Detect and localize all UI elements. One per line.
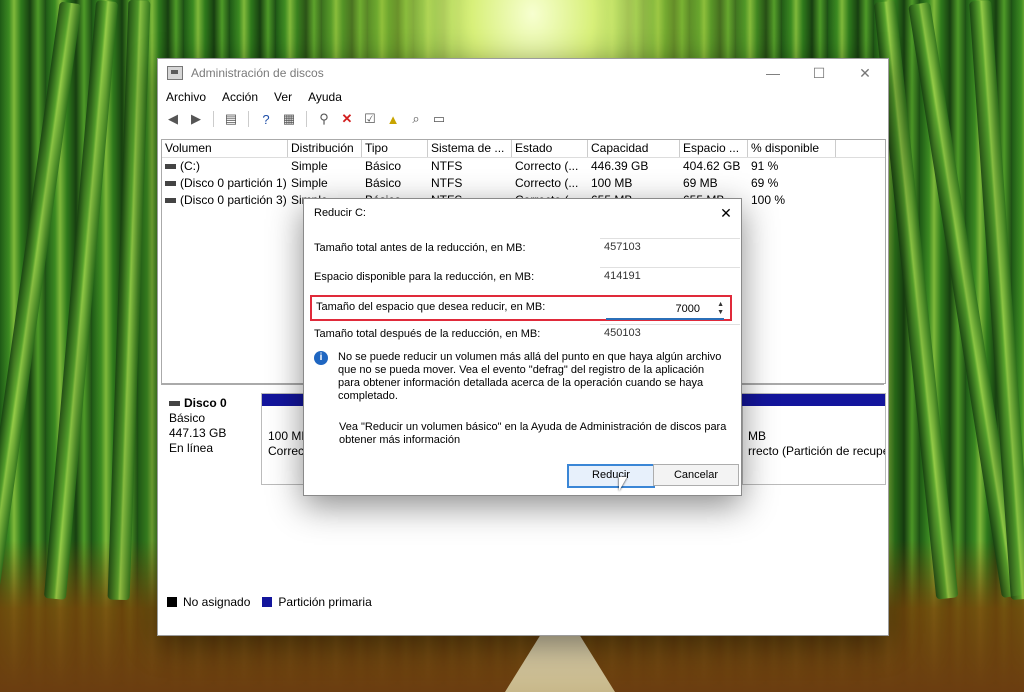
volume-name: (C:): [180, 159, 200, 173]
shrink-amount-field[interactable]: [606, 302, 702, 316]
window-icon[interactable]: ▭: [430, 110, 448, 128]
console-icon[interactable]: ▦: [280, 110, 298, 128]
table-cell: 404.62 GB: [683, 159, 741, 173]
volume-name: (Disco 0 partición 1): [180, 176, 287, 190]
disk-management-icon: [167, 66, 183, 80]
column-header[interactable]: Volumen: [162, 140, 288, 157]
info-icon: i: [314, 351, 328, 365]
help-icon[interactable]: ?: [257, 110, 275, 128]
cancel-button[interactable]: Cancelar: [653, 464, 739, 486]
disk-type: Básico: [169, 411, 206, 425]
table-cell: Correcto (...: [515, 176, 579, 190]
primary-partition-swatch: [262, 597, 273, 607]
legend-label: No asignado: [183, 595, 251, 609]
table-cell: NTFS: [431, 176, 463, 190]
new-folder-icon[interactable]: ▲: [384, 110, 402, 128]
maximize-button[interactable]: ☐: [796, 59, 842, 87]
table-cell: Básico: [365, 176, 402, 190]
column-header[interactable]: Estado: [512, 140, 588, 157]
volume-icon: [165, 197, 176, 203]
table-cell: 100 %: [751, 193, 786, 207]
shrink-dialog: Reducir C: ✕ Tamaño total antes de la re…: [303, 198, 742, 496]
volume-name: (Disco 0 partición 3): [180, 193, 287, 207]
field-row: Espacio disponible para la reducción, en…: [314, 267, 740, 287]
partition-block[interactable]: MB rrecto (Partición de recuper: [742, 394, 885, 484]
properties-icon[interactable]: ☑: [361, 110, 379, 128]
volume-icon: [165, 163, 176, 169]
dialog-title-bar: Reducir C: ✕: [304, 199, 741, 227]
table-cell: Simple: [291, 159, 328, 173]
disk-size: 447.13 GB: [169, 426, 227, 440]
dialog-close-button[interactable]: ✕: [711, 205, 741, 222]
table-header: Volumen Distribución Tipo Sistema de ...…: [162, 140, 885, 158]
info-message: i No se puede reducir un volumen más all…: [314, 351, 729, 403]
table-cell: NTFS: [431, 159, 463, 173]
search-icon[interactable]: ⌕: [407, 110, 425, 128]
field-row: Tamaño total antes de la reducción, en M…: [314, 238, 740, 258]
connect-icon[interactable]: ⚲: [315, 110, 333, 128]
table-cell: 69 MB: [683, 176, 718, 190]
forward-icon[interactable]: ▶: [187, 110, 205, 128]
mouse-cursor-icon: [619, 477, 627, 491]
disk-name: Disco 0: [184, 396, 227, 410]
menu-accion[interactable]: Acción: [222, 90, 258, 104]
table-cell: Simple: [291, 176, 328, 190]
table-cell: Correcto (...: [515, 159, 579, 173]
help-text: Vea "Reducir un volumen básico" en la Ay…: [339, 421, 727, 446]
info-text: No se puede reducir un volumen más allá …: [338, 351, 722, 402]
field-row: Tamaño total después de la reducción, en…: [314, 324, 740, 344]
column-header[interactable]: Espacio ...: [680, 140, 748, 157]
volume-icon: [165, 180, 176, 186]
spin-up-icon[interactable]: ▲: [717, 301, 724, 309]
column-header[interactable]: Tipo: [362, 140, 428, 157]
column-header[interactable]: Sistema de ...: [428, 140, 512, 157]
title-bar: Administración de discos — ☐ ✕: [158, 59, 888, 87]
table-row[interactable]: (Disco 0 partición 1) Simple Básico NTFS…: [162, 175, 885, 192]
back-icon[interactable]: ◀: [164, 110, 182, 128]
partition-status: rrecto (Partición de recuper: [748, 444, 885, 458]
minimize-button[interactable]: —: [750, 59, 796, 87]
legend: No asignado Partición primaria: [167, 595, 372, 609]
spin-down-icon[interactable]: ▼: [717, 309, 724, 317]
column-header[interactable]: % disponible: [748, 140, 836, 157]
table-cell: 69 %: [751, 176, 779, 190]
close-button[interactable]: ✕: [842, 59, 888, 87]
toolbar: ◀ ▶ ▤ ? ▦ ⚲ ✕ ☑ ▲ ⌕ ▭: [158, 107, 888, 131]
shrink-amount-input[interactable]: ▲ ▼: [606, 300, 724, 320]
field-label: Tamaño del espacio que desea reducir, en…: [316, 301, 546, 313]
field-value: 414191: [600, 267, 740, 287]
table-row[interactable]: (C:) Simple Básico NTFS Correcto (... 44…: [162, 158, 885, 175]
dialog-title: Reducir C:: [314, 207, 366, 219]
highlighted-shrink-field: Tamaño del espacio que desea reducir, en…: [310, 295, 732, 321]
disk-status: En línea: [169, 441, 214, 455]
list-view-icon[interactable]: ▤: [222, 110, 240, 128]
menu-ver[interactable]: Ver: [274, 90, 292, 104]
disk-info[interactable]: Disco 0 Básico 447.13 GB En línea: [161, 393, 259, 483]
table-cell: 100 MB: [591, 176, 633, 190]
window-title: Administración de discos: [191, 66, 324, 80]
partition-size: MB: [748, 429, 766, 443]
column-header[interactable]: Capacidad: [588, 140, 680, 157]
spinner[interactable]: ▲ ▼: [717, 301, 724, 317]
delete-icon[interactable]: ✕: [338, 110, 356, 128]
table-cell: Básico: [365, 159, 402, 173]
disk-icon: [169, 400, 180, 406]
menu-archivo[interactable]: Archivo: [166, 90, 206, 104]
unallocated-swatch: [167, 597, 177, 607]
menu-ayuda[interactable]: Ayuda: [308, 90, 342, 104]
field-value: 450103: [600, 324, 740, 344]
shrink-button[interactable]: Reducir: [567, 464, 655, 488]
field-value: 457103: [600, 238, 740, 258]
menu-bar: Archivo Acción Ver Ayuda: [158, 87, 888, 107]
table-cell: 91 %: [751, 159, 779, 173]
legend-label: Partición primaria: [278, 595, 372, 609]
column-header[interactable]: Distribución: [288, 140, 362, 157]
table-cell: 446.39 GB: [591, 159, 649, 173]
